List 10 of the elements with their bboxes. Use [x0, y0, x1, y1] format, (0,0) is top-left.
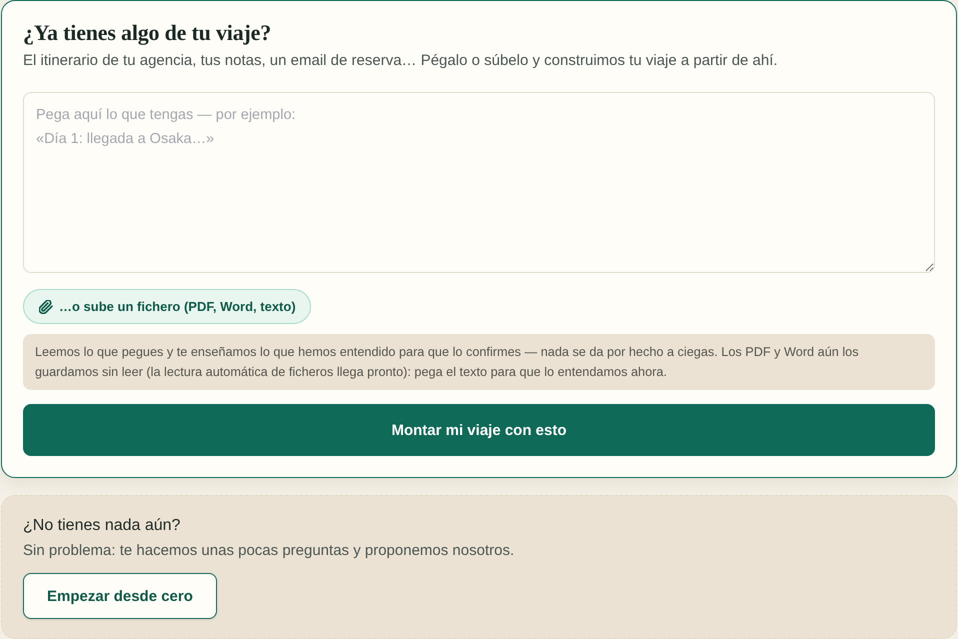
card-title: ¿Ya tienes algo de tu viaje? [23, 20, 272, 46]
card-subtitle: El itinerario de tu agencia, tus notas, un email de reserva… Pégalo o súbelo y construimos tu viaje a partir de ahí. [23, 51, 779, 71]
card-title: ¿No tienes nada aún? [23, 516, 182, 536]
card-subtitle: Sin problema: te hacemos unas pocas preguntas y proponemos nosotros. [23, 541, 516, 561]
upload-button[interactable]: …o sube un fichero (PDF, Word, texto) [23, 289, 311, 324]
start-button[interactable]: Empezar desde cero [23, 573, 217, 619]
paperclip-icon [39, 300, 53, 314]
paste-field[interactable]: Pega aquí lo que tengas — por ejemplo: «Día 1: llegada a Osaka…» [23, 92, 935, 273]
info-note: Leemos lo que pegues y te enseñamos lo que hemos entendido para que lo confirmes — nada se da por hecho a ciegas. Los PDF y Word aún los guardamos sin leer (la lectura automática de ficheros llega pronto): pega el texto para que lo entendamos ahora. [23, 334, 935, 390]
submit-button[interactable]: Montar mi viaje con esto [23, 404, 935, 456]
